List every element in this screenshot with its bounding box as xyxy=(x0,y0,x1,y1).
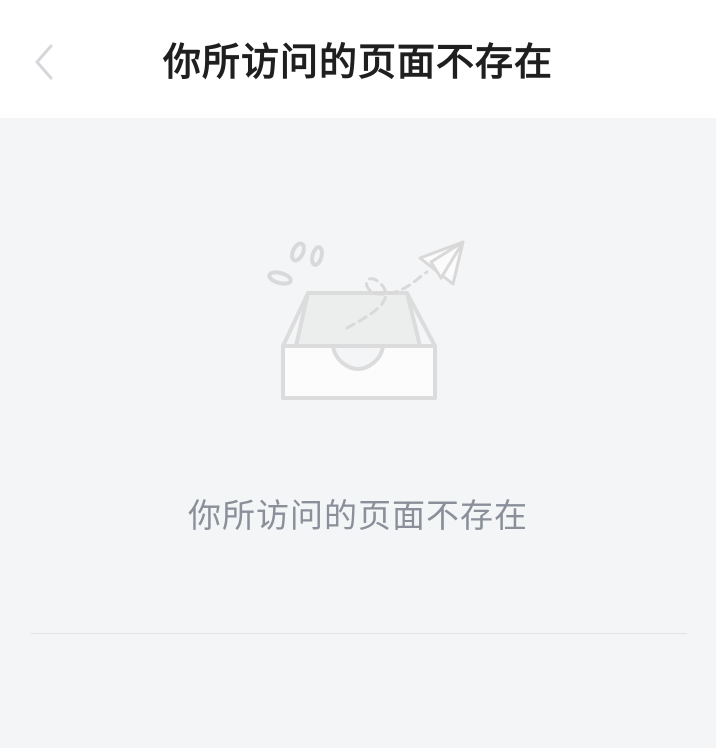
main-content: 你所访问的页面不存在 xyxy=(0,118,716,748)
empty-state-message: 你所访问的页面不存在 xyxy=(188,496,528,535)
empty-inbox-paper-plane-icon xyxy=(267,240,465,400)
page-title: 你所访问的页面不存在 xyxy=(162,40,553,84)
header-bar: 你所访问的页面不存在 xyxy=(0,0,716,118)
not-found-page: 你所访问的页面不存在 你所访问的页面不存在 xyxy=(0,0,716,748)
divider xyxy=(31,633,687,634)
